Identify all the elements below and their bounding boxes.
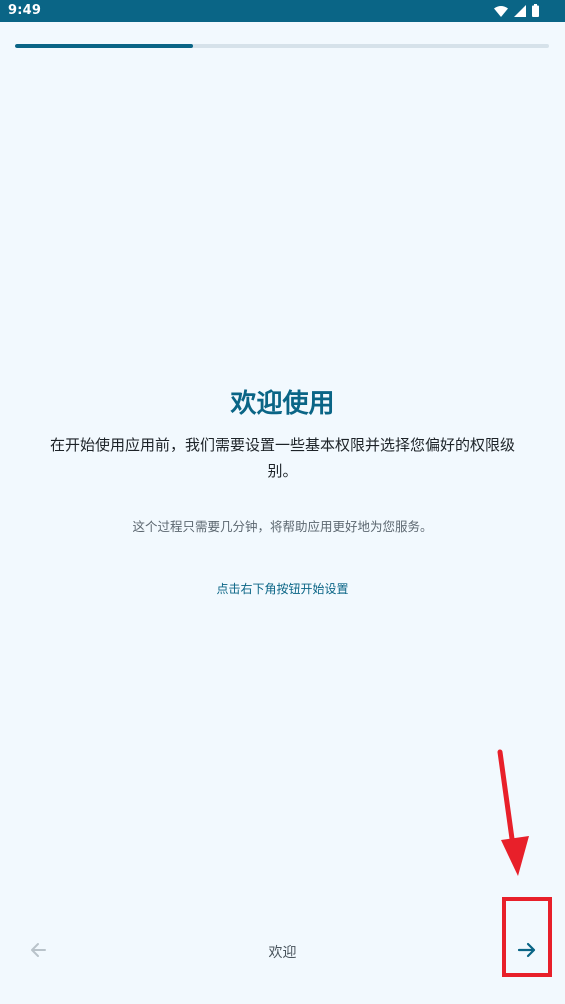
welcome-intro-text: 在开始使用应用前，我们需要设置一些基本权限并选择您偏好的权限级别。: [49, 436, 515, 480]
bottom-navigation: 欢迎: [0, 926, 565, 978]
welcome-title: 欢迎使用: [230, 389, 335, 419]
back-button[interactable]: [24, 938, 52, 966]
screen: 9:49 欢迎使用 在开始使用应用前，我们需要设置一些基本权限并选择您偏好的权限…: [0, 0, 565, 1004]
step-label: 欢迎: [268, 945, 297, 961]
welcome-note-text: 这个过程只需要几分钟，将帮助应用更好地为您服务。: [132, 519, 433, 534]
battery-icon: [532, 2, 539, 21]
status-icons: [494, 2, 539, 21]
arrow-right-icon: [517, 940, 537, 964]
arrow-left-icon: [29, 941, 47, 963]
setup-progress-fill: [15, 44, 193, 48]
cellular-signal-icon: [514, 2, 526, 21]
status-bar: 9:49: [0, 0, 565, 22]
next-button[interactable]: [512, 937, 542, 967]
status-time: 9:49: [8, 3, 42, 18]
annotation-arrow-icon: [497, 749, 529, 876]
wifi-icon: [494, 2, 508, 21]
setup-progress-bar: [15, 44, 549, 48]
start-hint-text: 点击右下角按钮开始设置: [216, 582, 349, 596]
welcome-content: 欢迎使用 在开始使用应用前，我们需要设置一些基本权限并选择您偏好的权限级别。 这…: [30, 386, 535, 598]
